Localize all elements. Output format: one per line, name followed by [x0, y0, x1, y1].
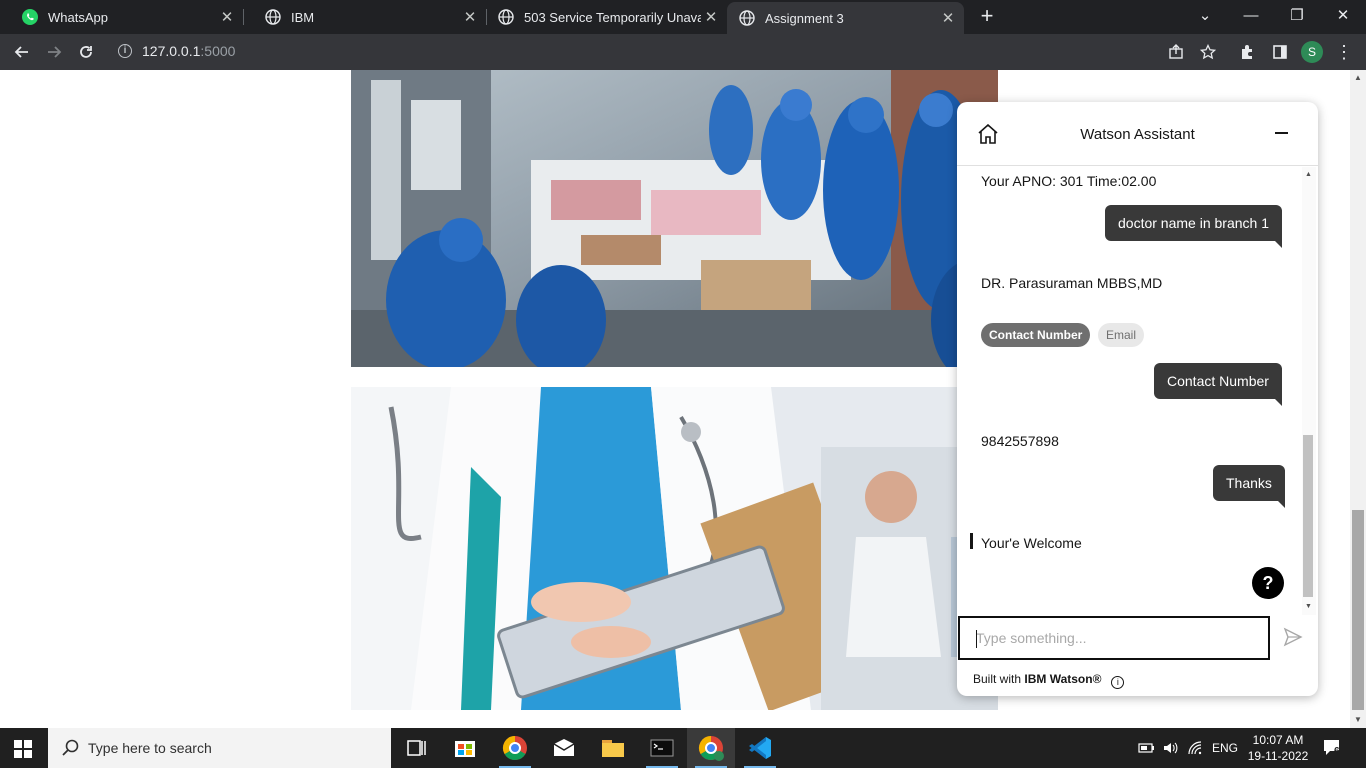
widget-title: Watson Assistant — [1080, 126, 1195, 143]
tab-title: WhatsApp — [48, 9, 108, 25]
globe-icon — [265, 9, 281, 25]
chat-scrollbar-thumb[interactable] — [1303, 435, 1313, 597]
assistant-message-phone: 9842557898 — [981, 433, 1059, 449]
windows-taskbar: Type here to search ENG 10:07 AM 19-11-2… — [0, 728, 1366, 768]
message-input-container — [958, 616, 1270, 660]
option-email-button[interactable]: Email — [1098, 323, 1145, 347]
windows-start-icon[interactable] — [14, 740, 32, 763]
back-arrow-icon[interactable] — [8, 38, 36, 66]
chat-scroll-down-icon[interactable]: ▼ — [1305, 603, 1312, 610]
restore-window-icon[interactable]: ❐ — [1274, 0, 1320, 34]
user-message-thanks: Thanks — [1213, 465, 1285, 508]
doctor-tablet-image — [351, 387, 998, 710]
clock-date: 19-11-2022 — [1247, 749, 1309, 763]
bookmark-star-icon[interactable] — [1194, 38, 1222, 66]
scroll-down-arrow-icon[interactable]: ▼ — [1354, 715, 1362, 724]
hospital-ward-image — [351, 70, 998, 367]
battery-icon[interactable] — [1138, 740, 1156, 759]
close-tab-icon[interactable]: ✕ — [701, 8, 721, 26]
terminal-icon[interactable] — [638, 728, 686, 768]
url-port: :5000 — [200, 43, 236, 59]
tab-title: Assignment 3 — [765, 10, 844, 26]
site-info-icon[interactable]: i — [118, 44, 132, 58]
chat-scrollbar[interactable]: ▲ ▼ — [1302, 167, 1316, 615]
chrome-profile-taskbar-icon[interactable] — [687, 728, 735, 768]
reload-icon[interactable] — [72, 38, 100, 66]
footer-brand: IBM Watson® — [1024, 672, 1102, 686]
search-icon — [62, 739, 80, 762]
user-message-contact: Contact Number — [1154, 363, 1282, 406]
search-placeholder: Type here to search — [88, 740, 212, 756]
wifi-icon[interactable] — [1187, 740, 1205, 759]
globe-icon — [739, 10, 755, 26]
minimize-window-icon[interactable]: — — [1228, 0, 1274, 34]
widget-header: Watson Assistant — [957, 102, 1318, 166]
browser-tab-bar: WhatsApp ✕ IBM ✕ 503 Service Temporarily… — [0, 0, 1366, 34]
page-scrollbar-thumb[interactable] — [1352, 510, 1364, 710]
address-bar[interactable]: i 127.0.0.1:5000 — [110, 38, 1230, 66]
microsoft-store-icon[interactable] — [441, 728, 489, 768]
info-icon[interactable]: i — [1111, 676, 1125, 689]
watson-assistant-widget: Watson Assistant Your APNO: 301 Time:02.… — [957, 102, 1318, 696]
tab-ibm[interactable]: IBM ✕ — [243, 0, 486, 34]
user-message-doctor-query: doctor name in branch 1 — [1105, 205, 1282, 248]
url-text: 127.0.0.1:5000 — [142, 43, 235, 59]
tab-title: 503 Service Temporarily Unavaila — [524, 9, 701, 25]
tab-503-service[interactable]: 503 Service Temporarily Unavaila ✕ — [476, 0, 727, 34]
language-indicator[interactable]: ENG — [1212, 741, 1238, 755]
browser-toolbar: i 127.0.0.1:5000 ⋮ — [0, 34, 1366, 70]
notification-center-icon[interactable]: 6 — [1322, 738, 1342, 757]
close-tab-icon[interactable]: ✕ — [938, 9, 958, 27]
volume-icon[interactable] — [1162, 740, 1180, 759]
task-view-icon[interactable] — [392, 728, 440, 768]
scroll-up-arrow-icon[interactable]: ▲ — [1354, 73, 1362, 82]
close-window-icon[interactable]: ✕ — [1320, 0, 1366, 34]
text-caret — [976, 630, 977, 648]
globe-icon — [498, 9, 514, 25]
chrome-taskbar-icon[interactable] — [491, 728, 539, 768]
footer-prefix: Built with — [973, 672, 1025, 686]
send-icon[interactable] — [1283, 627, 1303, 652]
vscode-icon[interactable] — [736, 728, 784, 768]
new-tab-icon[interactable]: + — [974, 4, 1000, 30]
message-focus-indicator — [970, 533, 973, 549]
clock-time: 10:07 AM — [1252, 733, 1304, 747]
share-icon[interactable] — [1162, 38, 1190, 66]
taskbar-clock[interactable]: 10:07 AM 19-11-2022 — [1246, 732, 1310, 764]
message-input[interactable] — [960, 618, 1268, 658]
profile-avatar[interactable]: S — [1301, 41, 1323, 63]
notification-count: 6 — [1334, 746, 1340, 757]
assistant-message-welcome: Your'e Welcome — [981, 535, 1082, 551]
tab-title: IBM — [291, 9, 315, 25]
whatsapp-icon — [22, 9, 38, 25]
mail-icon[interactable] — [540, 728, 588, 768]
extensions-puzzle-icon[interactable] — [1234, 38, 1262, 66]
chat-transcript: Your APNO: 301 Time:02.00 doctor name in… — [957, 167, 1318, 615]
tab-assignment-3[interactable]: Assignment 3 ✕ — [727, 2, 964, 34]
taskbar-search-box[interactable]: Type here to search — [48, 728, 391, 768]
assistant-message-doctor: DR. Parasuraman MBBS,MD — [981, 275, 1163, 291]
file-explorer-icon[interactable] — [589, 728, 637, 768]
tab-whatsapp[interactable]: WhatsApp ✕ — [0, 0, 243, 34]
page-scrollbar[interactable]: ▲ ▼ — [1350, 70, 1366, 728]
side-panel-icon[interactable] — [1266, 38, 1294, 66]
widget-footer: Built with IBM Watson® i — [973, 672, 1125, 689]
forward-arrow-icon[interactable] — [40, 38, 68, 66]
browser-menu-icon[interactable]: ⋮ — [1330, 38, 1358, 66]
chat-scroll-up-icon[interactable]: ▲ — [1305, 171, 1312, 178]
close-tab-icon[interactable]: ✕ — [217, 8, 237, 26]
minimize-icon[interactable] — [1275, 132, 1288, 134]
assistant-message-appointment: Your APNO: 301 Time:02.00 — [981, 173, 1157, 189]
tab-search-icon[interactable]: ⌄ — [1182, 0, 1228, 34]
help-button[interactable]: ? — [1252, 567, 1284, 599]
option-contact-number-button[interactable]: Contact Number — [981, 323, 1091, 347]
url-host: 127.0.0.1 — [142, 43, 201, 59]
